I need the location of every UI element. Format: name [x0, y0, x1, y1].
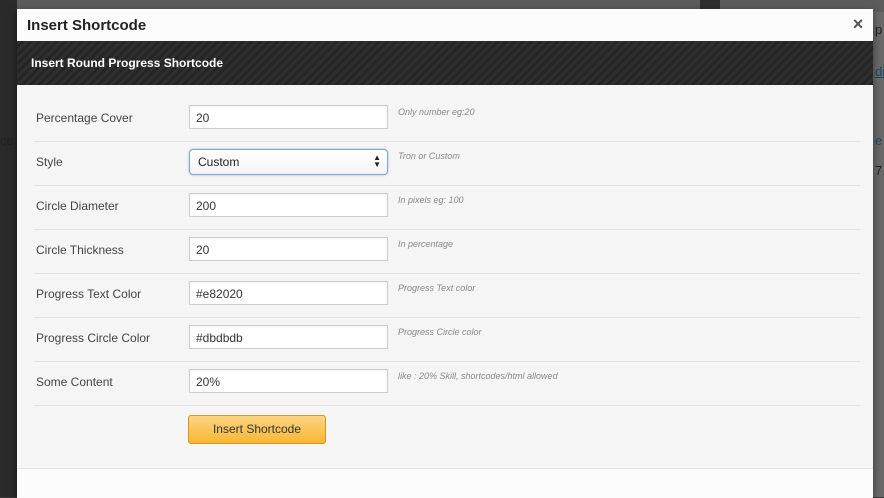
style-select[interactable]: Custom ▲ ▼	[189, 149, 388, 175]
insert-shortcode-modal: Insert Shortcode × Insert Round Progress…	[17, 9, 873, 498]
row-progress-circle-color: Progress Circle Color #dbdbdb Progress C…	[34, 317, 860, 362]
some-content-input[interactable]: 20%	[189, 369, 388, 393]
progress-circle-color-input[interactable]: #dbdbdb	[189, 325, 388, 349]
progress-circle-color-hint: Progress Circle color	[398, 327, 482, 337]
circle-thickness-hint: In percentage	[398, 239, 454, 249]
progress-circle-color-label: Progress Circle Color	[36, 331, 151, 345]
background-text-fragment: p	[875, 22, 883, 37]
progress-text-color-label: Progress Text Color	[36, 287, 142, 301]
circle-diameter-input[interactable]: 200	[189, 193, 388, 217]
some-content-label: Some Content	[36, 375, 113, 389]
row-style: Style Custom ▲ ▼ Tron or Custom	[34, 141, 860, 186]
background-right-panel	[873, 12, 884, 497]
row-circle-thickness: Circle Thickness 20 In percentage	[34, 229, 860, 274]
background-sidebar	[0, 0, 17, 497]
background-text-fragment: 7.	[875, 163, 884, 178]
circle-diameter-label: Circle Diameter	[36, 199, 119, 213]
some-content-hint: like : 20% Skill, shortcodes/html allowe…	[398, 371, 558, 381]
style-label: Style	[36, 155, 63, 169]
background-link-fragment: e	[875, 133, 883, 148]
circle-thickness-label: Circle Thickness	[36, 243, 124, 257]
form-panel: Percentage Cover 20 Only number eg:20 St…	[17, 85, 873, 468]
row-circle-diameter: Circle Diameter 200 In pixels eg: 100	[34, 185, 860, 230]
percentage-cover-label: Percentage Cover	[36, 111, 133, 125]
progress-text-color-hint: Progress Text color	[398, 283, 476, 293]
style-hint: Tron or Custom	[398, 151, 460, 161]
background-link-fragment: di	[875, 64, 884, 79]
circle-diameter-hint: In pixels eg: 100	[398, 195, 464, 205]
row-percentage-cover: Percentage Cover 20 Only number eg:20	[34, 97, 860, 142]
progress-text-color-input[interactable]: #e82020	[189, 281, 388, 305]
modal-footer	[17, 468, 873, 498]
banner-title: Insert Round Progress Shortcode	[31, 56, 224, 70]
style-select-value: Custom	[198, 155, 240, 169]
row-some-content: Some Content 20% like : 20% Skill, short…	[34, 361, 860, 406]
modal-titlebar: Insert Shortcode ×	[17, 9, 873, 42]
background-text-fragment: ce	[0, 133, 14, 148]
percentage-cover-hint: Only number eg:20	[398, 107, 475, 117]
close-icon[interactable]: ×	[847, 13, 869, 35]
modal-title: Insert Shortcode	[27, 17, 147, 34]
insert-shortcode-button[interactable]: Insert Shortcode	[188, 415, 326, 444]
shortcode-banner: Insert Round Progress Shortcode	[17, 41, 873, 85]
percentage-cover-input[interactable]: 20	[189, 105, 388, 129]
row-progress-text-color: Progress Text Color #e82020 Progress Tex…	[34, 273, 860, 318]
select-arrows-icon: ▲ ▼	[373, 153, 381, 169]
circle-thickness-input[interactable]: 20	[189, 237, 388, 261]
